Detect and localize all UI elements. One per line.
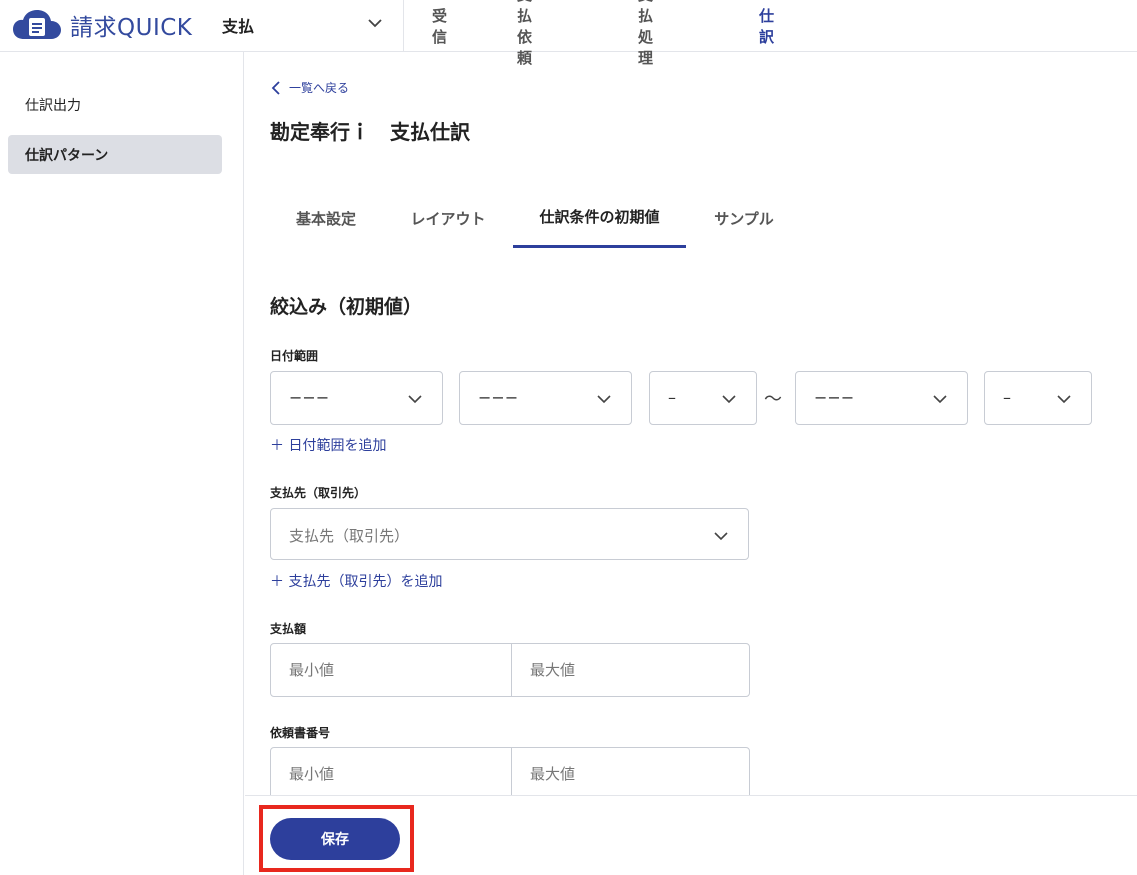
- action-footer: 保存: [245, 795, 1137, 875]
- chevron-left-icon: [271, 80, 280, 95]
- tab-sample-label: サンプル: [714, 209, 774, 228]
- tab-initial-conditions-label: 仕訳条件の初期値: [539, 208, 660, 226]
- tab-initial-conditions[interactable]: 仕訳条件の初期値: [513, 188, 686, 248]
- add-date-range-link[interactable]: ＋ 日付範囲を追加: [270, 435, 386, 455]
- tab-basic-settings[interactable]: 基本設定: [270, 188, 382, 248]
- nav-journal[interactable]: 仕訳: [759, 0, 774, 52]
- back-label: 一覧へ戻る: [289, 81, 350, 95]
- request-number-range: [270, 747, 750, 795]
- save-button[interactable]: 保存: [270, 818, 400, 860]
- payee-placeholder: 支払先（取引先）: [289, 527, 410, 545]
- app-module-select[interactable]: 支払: [208, 0, 404, 52]
- tab-basic-settings-label: 基本設定: [295, 209, 356, 228]
- request-number-label: 依頼書番号: [270, 726, 331, 740]
- date-range-label: 日付範囲: [270, 349, 319, 363]
- request-number-max-input[interactable]: [512, 748, 749, 795]
- date-from-day-value: –: [668, 388, 676, 407]
- nav-payment-request[interactable]: 支払依頼: [517, 0, 532, 67]
- back-to-list-link[interactable]: 一覧へ戻る: [270, 79, 349, 96]
- tab-layout[interactable]: レイアウト: [390, 188, 506, 248]
- chevron-down-icon: [722, 395, 736, 404]
- tab-layout-label: レイアウト: [410, 209, 486, 228]
- sidebar-item-journal-output[interactable]: 仕訳出力: [8, 85, 222, 124]
- date-range-separator: 〜: [764, 389, 782, 410]
- request-number-min-wrap: [271, 748, 512, 795]
- amount-max-wrap: [512, 644, 749, 696]
- top-header: 請求QUICK 支払 受信 支払依頼 支払処理 仕訳: [0, 0, 1137, 67]
- nav-journal-label: 仕訳: [759, 7, 775, 46]
- tab-sample[interactable]: サンプル: [694, 188, 794, 248]
- nav-payment-processing[interactable]: 支払処理: [638, 0, 653, 67]
- payee-label: 支払先（取引先）: [270, 486, 367, 500]
- app-module-value: 支払: [222, 17, 255, 36]
- amount-min-wrap: [271, 644, 512, 696]
- amount-min-input[interactable]: [271, 644, 511, 696]
- sidebar-item-journal-pattern[interactable]: 仕訳パターン: [8, 135, 222, 174]
- date-to-year-value: −−−: [814, 388, 855, 407]
- date-to-day-value: –: [1003, 388, 1011, 407]
- tab-bar: 基本設定 レイアウト 仕訳条件の初期値 サンプル: [270, 188, 1110, 248]
- section-title: 絞込み（初期値）: [270, 296, 423, 318]
- chevron-down-icon: [597, 395, 611, 404]
- date-to-year-select[interactable]: −−−: [795, 371, 968, 425]
- nav-receive[interactable]: 受信: [432, 0, 447, 52]
- date-from-month-select[interactable]: −−−: [459, 371, 632, 425]
- date-from-year-value: −−−: [289, 388, 330, 407]
- logo-text: 請求QUICK: [70, 15, 193, 41]
- chevron-down-icon: [408, 395, 422, 404]
- chevron-down-icon: [933, 395, 947, 404]
- date-from-day-select[interactable]: –: [649, 371, 757, 425]
- chevron-down-icon: [368, 19, 382, 28]
- date-from-year-select[interactable]: −−−: [270, 371, 443, 425]
- chevron-down-icon: [1057, 395, 1071, 404]
- sidebar: 仕訳出力 仕訳パターン: [0, 52, 244, 875]
- amount-range: [270, 643, 750, 697]
- amount-max-input[interactable]: [512, 644, 749, 696]
- chevron-down-icon: [714, 532, 728, 541]
- cloud-document-icon: [13, 10, 61, 39]
- date-from-month-value: −−−: [478, 388, 519, 407]
- app-logo[interactable]: 請求QUICK: [12, 8, 192, 42]
- sidebar-item-label: 仕訳パターン: [25, 147, 109, 164]
- request-number-max-wrap: [512, 748, 749, 795]
- amount-label: 支払額: [270, 622, 307, 636]
- page-title: 勘定奉行ｉ 支払仕訳: [270, 120, 470, 144]
- nav-receive-label: 受信: [432, 7, 448, 46]
- payee-select[interactable]: 支払先（取引先）: [270, 508, 749, 560]
- request-number-min-input[interactable]: [271, 748, 511, 795]
- sidebar-item-label: 仕訳出力: [25, 97, 81, 114]
- add-payee-link[interactable]: ＋ 支払先（取引先）を追加: [270, 571, 442, 591]
- date-to-day-select[interactable]: –: [984, 371, 1092, 425]
- main-content: 一覧へ戻る 勘定奉行ｉ 支払仕訳 基本設定 レイアウト 仕訳条件の初期値 サンプ…: [245, 52, 1137, 795]
